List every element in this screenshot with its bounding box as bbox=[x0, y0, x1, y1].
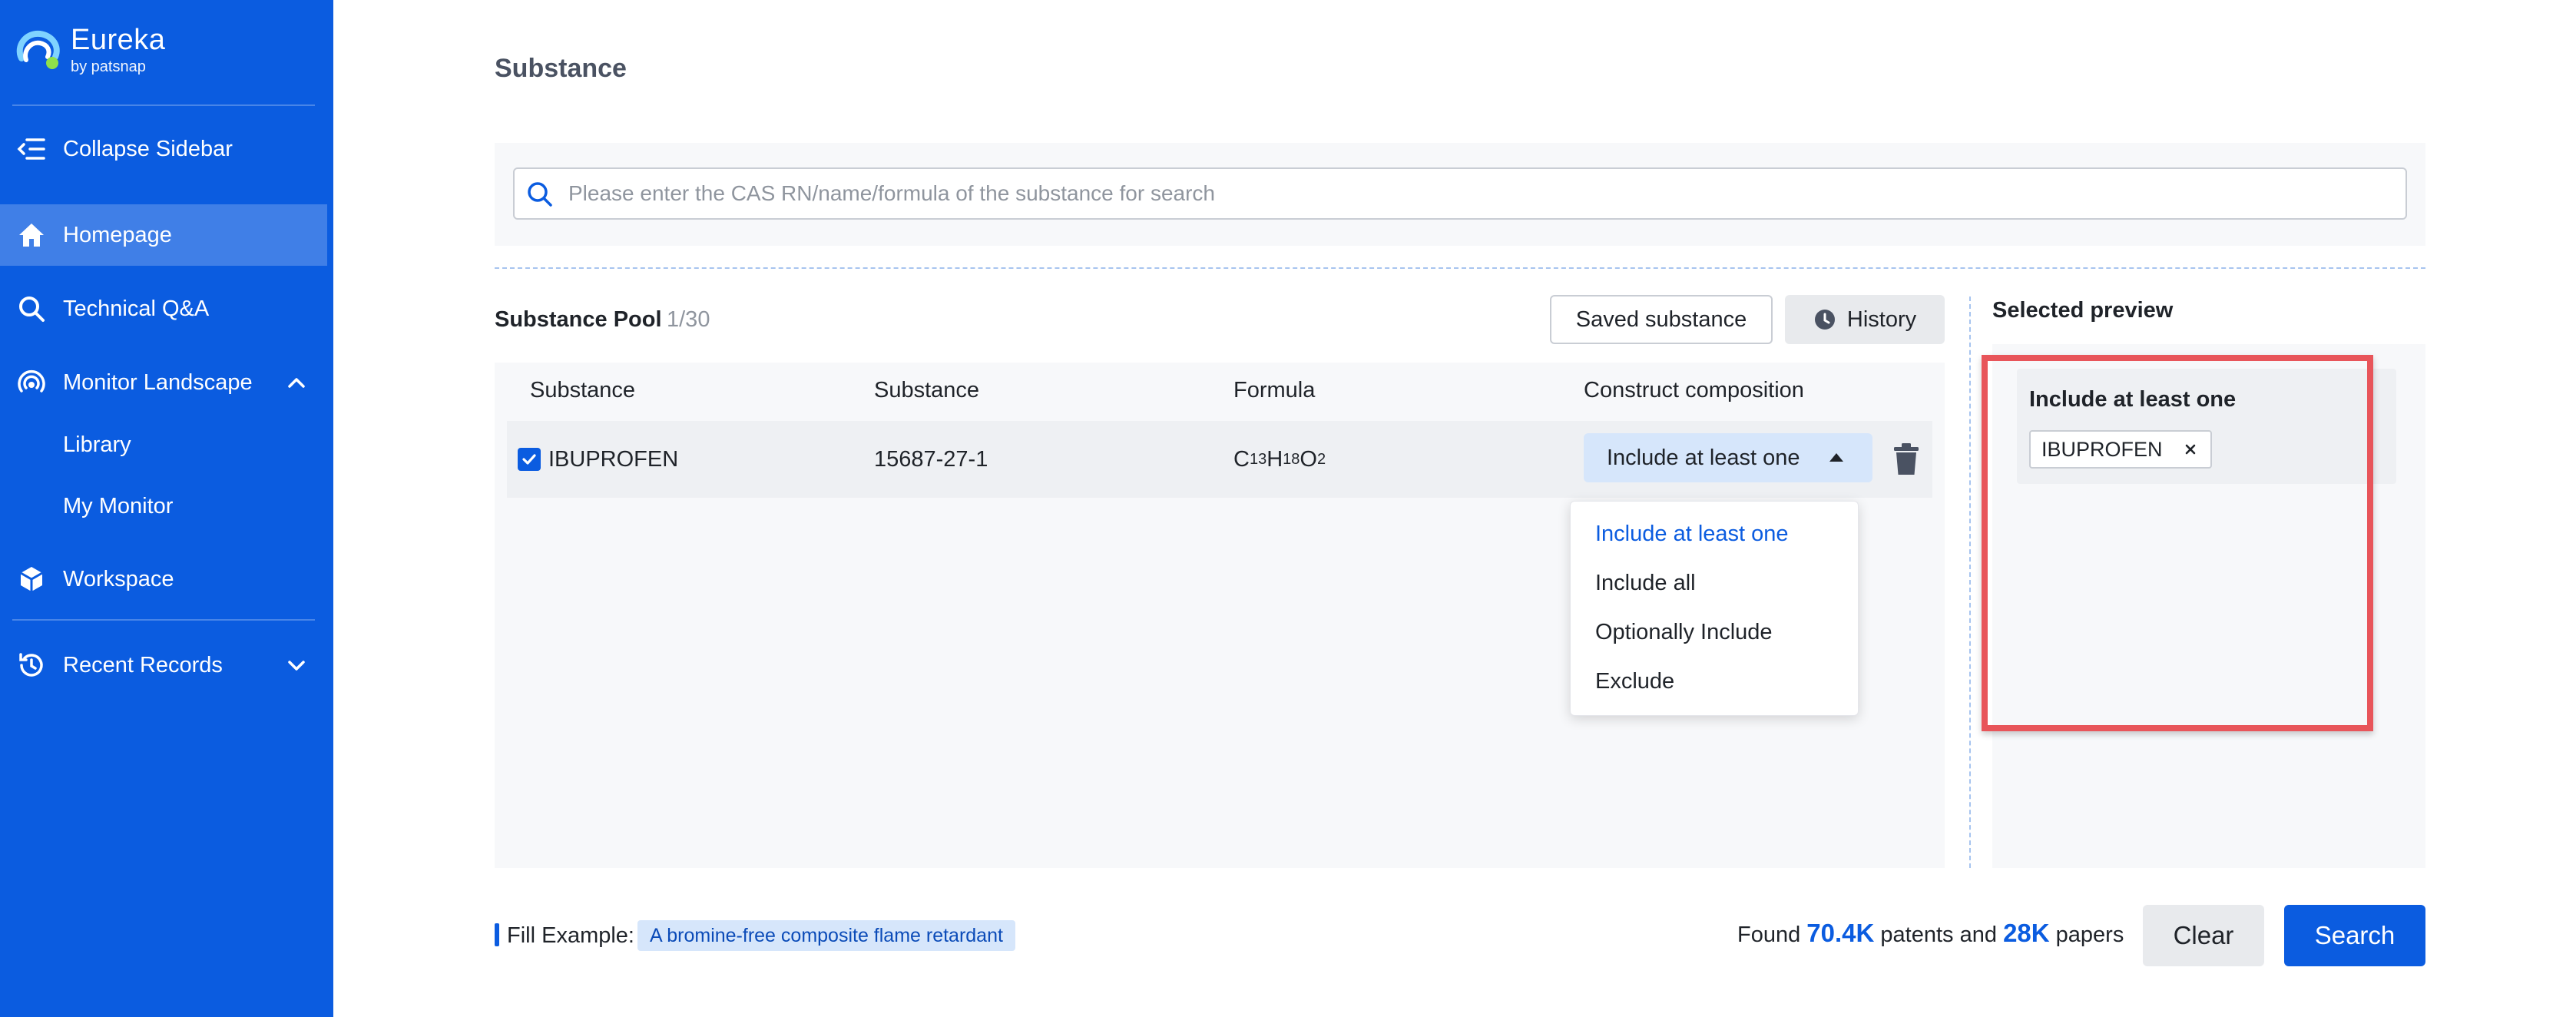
saved-substance-button[interactable]: Saved substance bbox=[1550, 295, 1773, 344]
sidebar-item-monitor-landscape[interactable]: Monitor Landscape bbox=[0, 352, 333, 413]
search-icon bbox=[525, 180, 555, 209]
dropdown-option-include-all[interactable]: Include all bbox=[1595, 571, 1696, 596]
fill-example-accent bbox=[495, 923, 499, 946]
cas-number: 15687-27-1 bbox=[874, 421, 988, 498]
chevron-down-icon[interactable] bbox=[284, 653, 309, 677]
brand-name: Eureka bbox=[71, 25, 165, 55]
substance-cell: IBUPROFEN bbox=[518, 421, 678, 498]
patents-count: 70.4K bbox=[1806, 919, 1874, 947]
clear-button[interactable]: Clear bbox=[2143, 905, 2264, 966]
substance-tag: IBUPROFEN bbox=[2029, 430, 2212, 469]
table-row: IBUPROFEN 15687-27-1 C13H18O2 Include at… bbox=[507, 421, 1932, 498]
collapse-icon bbox=[15, 133, 48, 165]
column-header-composition: Construct composition bbox=[1584, 378, 1804, 403]
close-icon[interactable] bbox=[2181, 440, 2200, 459]
collapse-sidebar-button[interactable]: Collapse Sidebar bbox=[0, 118, 333, 180]
eureka-logo-icon bbox=[12, 23, 66, 77]
sidebar-item-workspace[interactable]: Workspace bbox=[0, 548, 333, 610]
check-icon bbox=[521, 451, 538, 468]
collapse-sidebar-label: Collapse Sidebar bbox=[63, 137, 233, 162]
sidebar-divider bbox=[12, 619, 315, 621]
substance-search-input[interactable] bbox=[568, 177, 2389, 210]
substance-pool-count: 1/30 bbox=[667, 307, 710, 333]
history-button-label: History bbox=[1847, 307, 1916, 333]
dropdown-option-exclude[interactable]: Exclude bbox=[1595, 669, 1674, 694]
search-box[interactable] bbox=[513, 167, 2407, 220]
composition-select-value: Include at least one bbox=[1607, 446, 1800, 471]
substance-name: IBUPROFEN bbox=[548, 447, 678, 472]
history-button[interactable]: History bbox=[1785, 295, 1945, 344]
sidebar-divider bbox=[12, 104, 315, 106]
fill-example-chip[interactable]: A bromine-free composite flame retardant bbox=[637, 920, 1015, 951]
sidebar: Eureka by patsnap Collapse Sidebar Homep… bbox=[0, 0, 333, 1017]
column-header-substance: Substance bbox=[530, 378, 635, 403]
papers-count: 28K bbox=[2003, 919, 2050, 947]
results-summary: Found 70.4K patents and 28K papers bbox=[1737, 919, 2124, 948]
column-header-formula: Formula bbox=[1233, 378, 1315, 403]
sidebar-subitem-library[interactable]: Library bbox=[63, 418, 131, 472]
cube-icon bbox=[15, 563, 48, 595]
substance-pool-title: Substance Pool bbox=[495, 307, 662, 333]
sidebar-item-technical-qa[interactable]: Technical Q&A bbox=[0, 278, 333, 340]
formula-cell: C13H18O2 bbox=[1233, 421, 1326, 498]
sidebar-item-recent-records[interactable]: Recent Records bbox=[0, 634, 333, 696]
home-icon bbox=[15, 219, 48, 251]
caret-up-icon bbox=[1828, 450, 1845, 464]
sidebar-subitem-my-monitor[interactable]: My Monitor bbox=[63, 479, 173, 533]
chevron-up-icon[interactable] bbox=[284, 370, 309, 395]
section-divider bbox=[495, 267, 2425, 269]
delete-icon[interactable] bbox=[1891, 442, 1922, 476]
dropdown-option-optionally-include[interactable]: Optionally Include bbox=[1595, 620, 1773, 645]
preview-group: Include at least one IBUPROFEN bbox=[2017, 369, 2396, 484]
search-panel bbox=[495, 143, 2425, 246]
composition-select[interactable]: Include at least one bbox=[1584, 433, 1872, 482]
column-divider bbox=[1969, 296, 1971, 868]
row-checkbox[interactable] bbox=[518, 448, 541, 471]
history-icon bbox=[15, 649, 48, 681]
search-icon bbox=[15, 293, 48, 325]
fill-example-label: Fill Example: bbox=[507, 923, 634, 949]
search-button[interactable]: Search bbox=[2284, 905, 2425, 966]
clock-icon bbox=[1813, 308, 1836, 331]
page-title: Substance bbox=[495, 54, 627, 84]
dropdown-option-include-at-least-one[interactable]: Include at least one bbox=[1595, 522, 1789, 547]
sidebar-item-label: Technical Q&A bbox=[63, 296, 209, 322]
sidebar-item-label: Workspace bbox=[63, 567, 174, 592]
sidebar-item-homepage[interactable]: Homepage bbox=[0, 204, 327, 266]
selected-preview-title: Selected preview bbox=[1992, 298, 2173, 323]
composition-dropdown-menu: Include at least one Include all Optiona… bbox=[1570, 501, 1859, 716]
sidebar-item-label: Recent Records bbox=[63, 653, 223, 678]
sidebar-item-label: Homepage bbox=[63, 223, 172, 248]
brand-sub: by patsnap bbox=[71, 59, 165, 75]
substance-tag-label: IBUPROFEN bbox=[2041, 438, 2163, 462]
sidebar-item-label: Monitor Landscape bbox=[63, 370, 253, 396]
selected-preview-panel: Include at least one IBUPROFEN bbox=[1992, 344, 2425, 868]
monitor-radar-icon bbox=[15, 366, 48, 399]
preview-group-title: Include at least one bbox=[2029, 387, 2236, 412]
brand-logo[interactable]: Eureka by patsnap bbox=[12, 23, 165, 77]
column-header-cas: Substance bbox=[874, 378, 979, 403]
